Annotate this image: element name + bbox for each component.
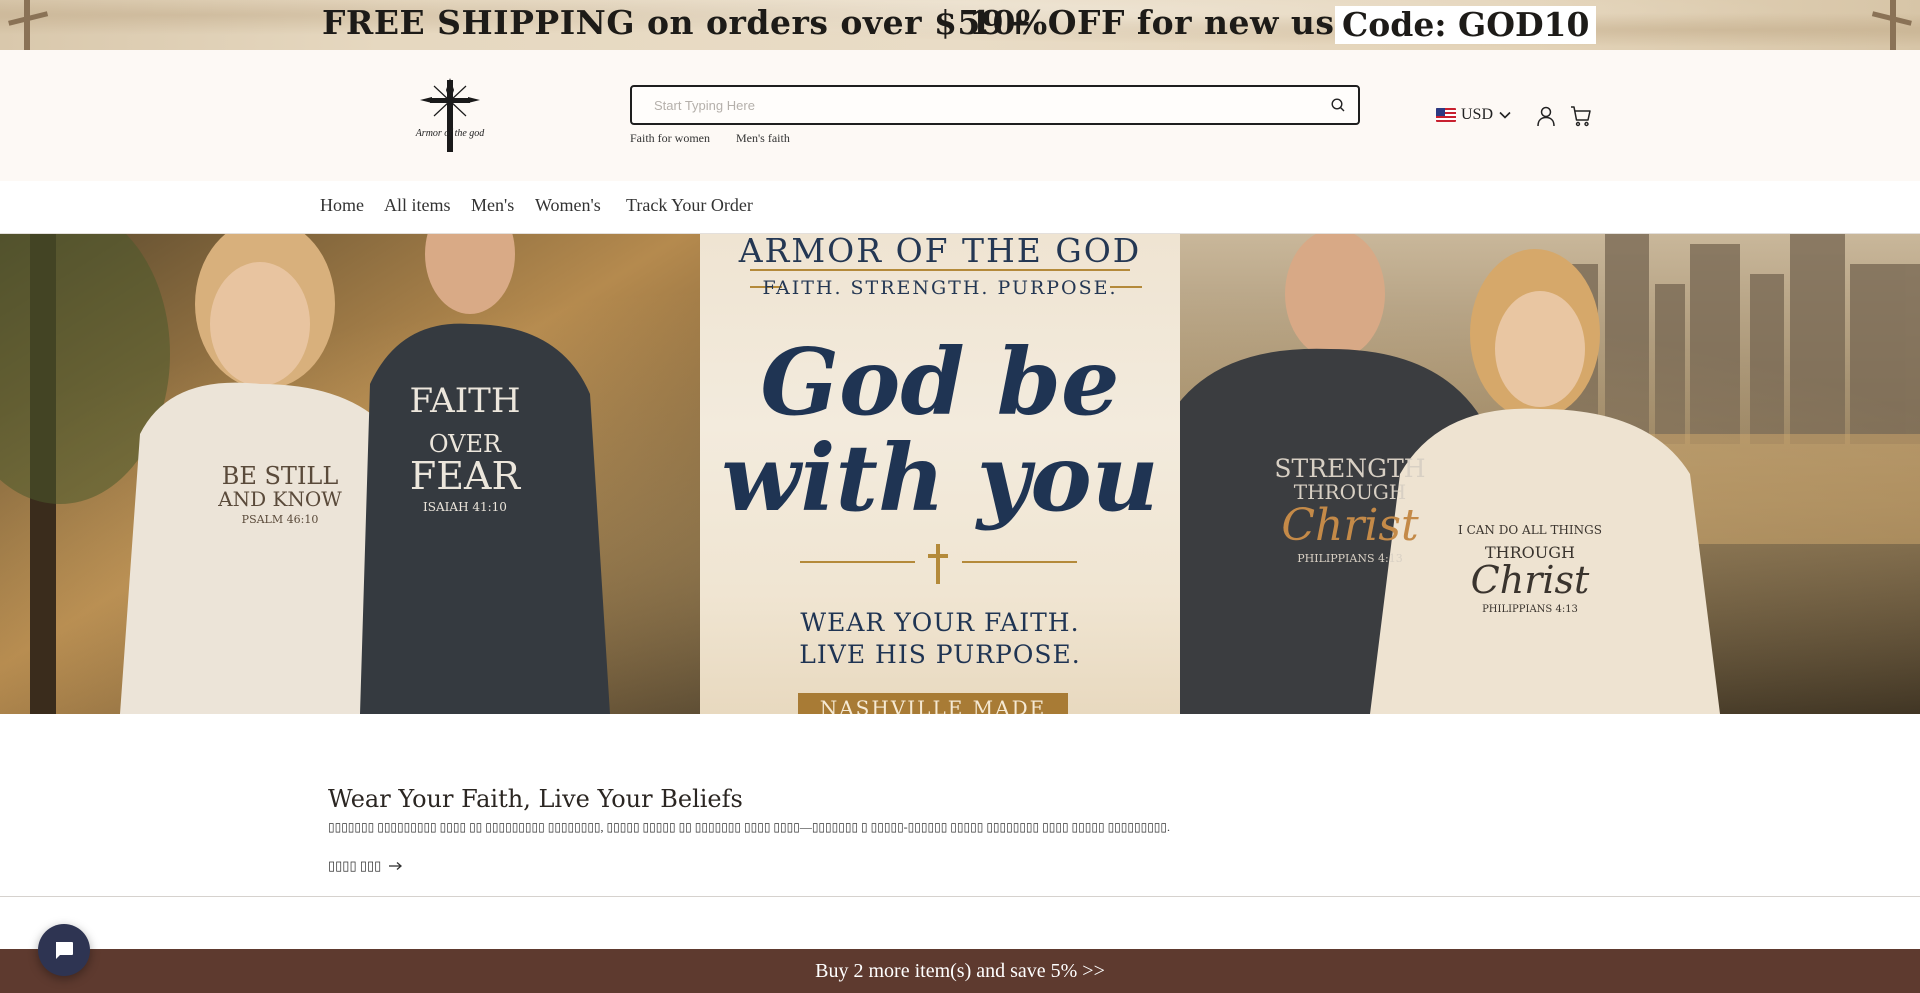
hero-tagline: FAITH. STRENGTH. PURPOSE. [762,277,1118,299]
section-divider [0,896,1920,897]
account-icon[interactable] [1535,105,1557,127]
hero-divider-line [962,561,1077,563]
hero-badge: NASHVILLE MADE [798,693,1068,714]
hero-headline-line: with you [721,424,1159,532]
shirt-print-line: FAITH [409,381,521,421]
hero-headline-line: God be [760,328,1120,436]
free-shipping-message: FREE SHIPPING on orders over $59+ [322,3,1033,42]
hero-subheadline-line: WEAR YOUR FAITH. [800,608,1080,637]
nav-item-home[interactable]: Home [320,195,364,216]
nav-item-womens[interactable]: Women's [535,195,601,216]
arrow-right-icon [389,862,403,870]
site-header: Armor of the god Faith for women Men's f… [0,50,1920,181]
shirt-print-line: PHILIPPIANS 4:13 [1297,552,1403,566]
shirt-print-line: ISAIAH 41:10 [423,499,507,514]
section-title: Wear Your Faith, Live Your Beliefs [328,785,743,813]
search-input[interactable] [632,87,1312,123]
shirt-print-line: BE STILL [221,462,339,490]
hero-headline: God be with you [700,334,1180,526]
new-user-discount-message: 10%OFF for new users [969,3,1393,42]
shirt-print-line: Christ [1470,558,1590,603]
cross-decoration-right-icon [1871,0,1912,50]
shirt-print-line: PHILIPPIANS 4:13 [1482,604,1578,616]
site-logo[interactable]: Armor of the god [408,78,492,156]
chevron-down-icon [1499,111,1511,119]
bundle-promo-bar[interactable]: Buy 2 more item(s) and save 5% >> [0,949,1920,993]
shirt-print-be-still: BE STILL AND KNOW PSALM 46:10 [205,462,355,527]
search-icon[interactable] [1330,97,1346,113]
chat-button[interactable] [38,924,90,976]
section-link[interactable]: ▯▯▯▯ ▯▯▯ [328,858,403,874]
nav-item-track-order[interactable]: Track Your Order [626,195,753,216]
hero-divider-line [800,561,915,563]
shirt-print-line: PSALM 46:10 [241,513,319,527]
search-suggestion[interactable]: Faith for women [630,131,710,146]
search-box [630,85,1360,125]
hero-subheadline: WEAR YOUR FAITH. LIVE HIS PURPOSE. [700,607,1180,671]
shirt-print-line: FEAR [409,453,521,498]
logo-cross-icon [420,78,480,152]
hero-brand-title: ARMOR OF THE GOD [738,234,1142,270]
cross-icon [928,544,948,584]
shirt-print-line: AND KNOW [218,487,342,512]
logo-text: Armor of the god [415,128,485,139]
section-link-label: ▯▯▯▯ ▯▯▯ [328,858,382,873]
discount-code: Code: GOD10 [1335,6,1597,44]
hero-banner[interactable]: ARMOR OF THE GOD FAITH. STRENGTH. PURPOS… [0,234,1920,714]
shirt-print-faith-over-fear: FAITH OVER FEAR ISAIAH 41:10 [405,381,525,514]
flag-us-icon [1436,108,1456,122]
nav-item-all-items[interactable]: All items [384,195,451,216]
section-description: ▯▯▯▯▯▯▯ ▯▯▯▯▯▯▯▯▯ ▯▯▯▯ ▯▯ ▯▯▯▯▯▯▯▯▯ ▯▯▯▯… [328,820,1171,834]
hero-divider-line [750,269,1130,271]
cross-decoration-left-icon [8,0,49,50]
shirt-print-line: I CAN DO ALL THINGS [1458,523,1602,537]
shirt-print-line: STRENGTH [1274,454,1426,483]
chat-icon [56,942,73,959]
hero-subheadline-line: LIVE HIS PURPOSE. [799,640,1081,669]
currency-selector[interactable]: USD [1436,105,1511,125]
main-navigation: Home All items Men's Women's Track Your … [0,181,1920,234]
shirt-print-strength-through-christ: STRENGTH THROUGH Christ PHILIPPIANS 4:13 [1265,454,1435,566]
currency-code: USD [1461,106,1494,123]
announcement-bar: FREE SHIPPING on orders over $59+ 10%OFF… [0,0,1920,50]
shirt-print-line: Christ [1281,500,1419,552]
shirt-print-i-can-do-all-things: I CAN DO ALL THINGS THROUGH Christ PHILI… [1455,524,1605,616]
cart-icon[interactable] [1569,104,1593,128]
search-suggestion[interactable]: Men's faith [736,131,790,146]
nav-item-mens[interactable]: Men's [471,195,514,216]
